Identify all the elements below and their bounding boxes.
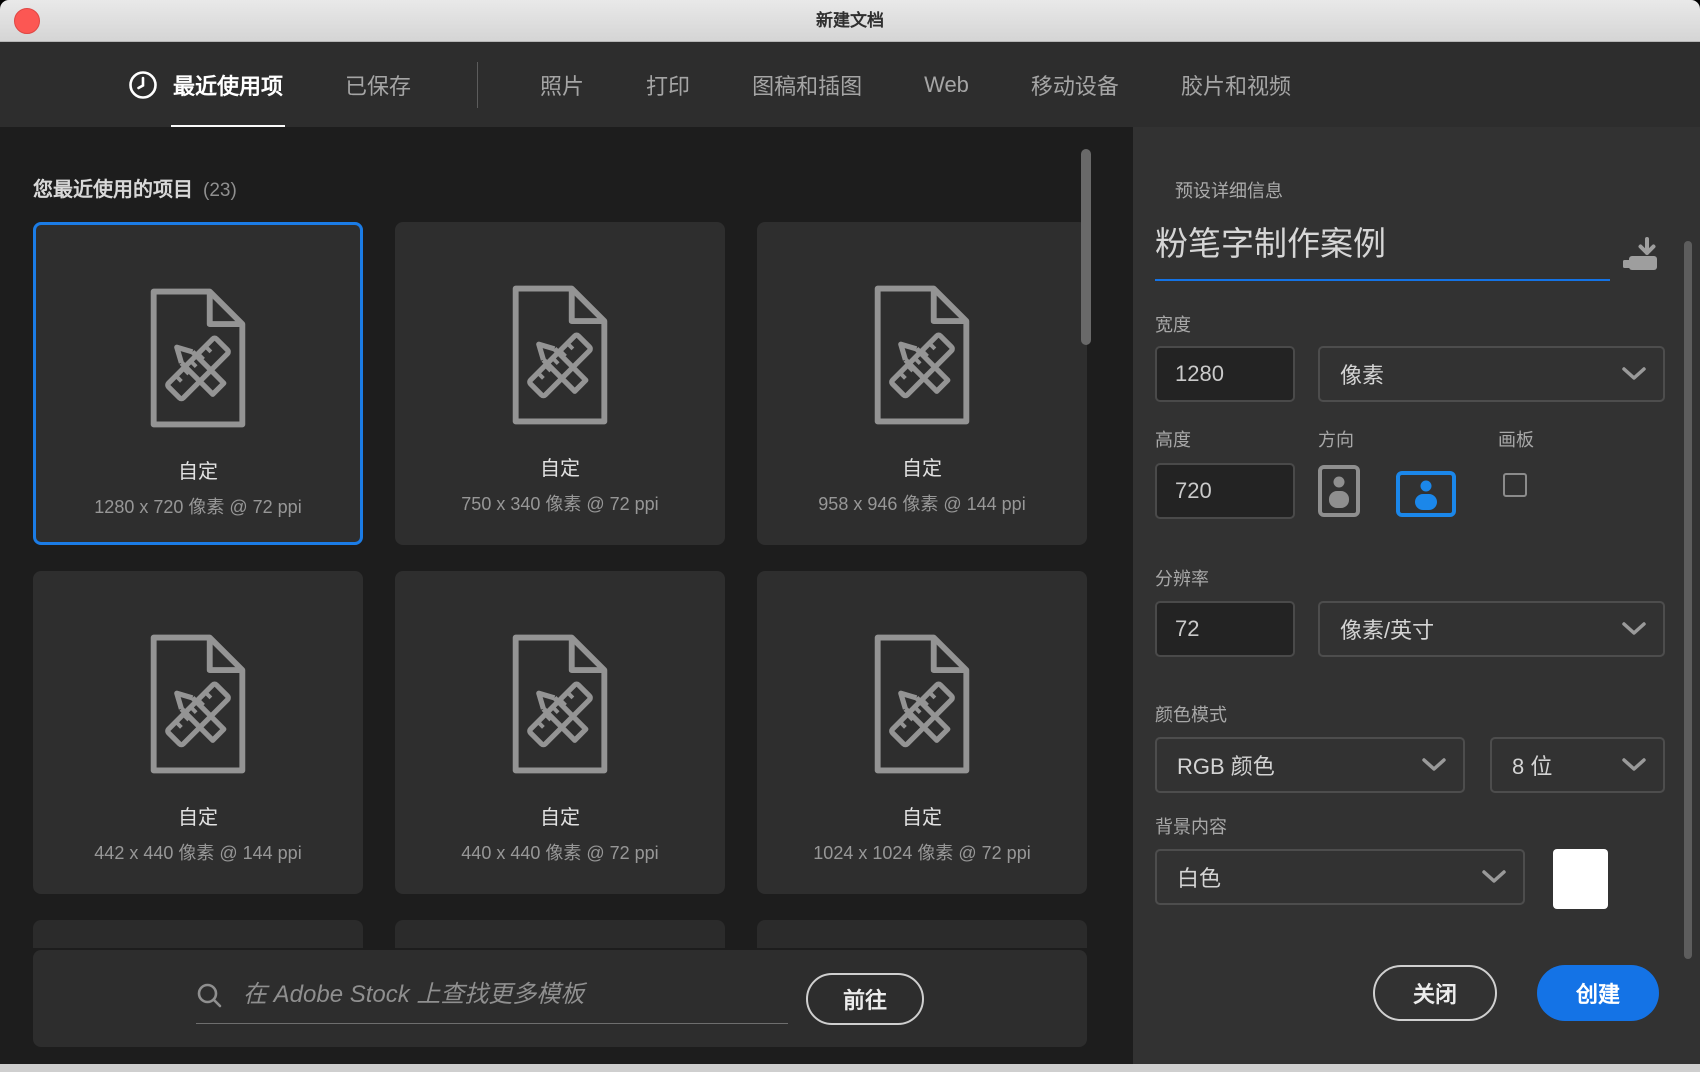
details-scrollbar-thumb[interactable]: [1684, 241, 1692, 959]
recent-title-text: 您最近使用的项目: [33, 179, 193, 201]
template-card-title: 自定: [395, 801, 725, 830]
bit-depth-dropdown[interactable]: 8 位: [1490, 737, 1665, 793]
tab-最近使用项[interactable]: 最近使用项: [128, 42, 283, 127]
tab-label: 图稿和插图: [752, 69, 862, 101]
template-card-spec: 958 x 946 像素 @ 144 ppi: [757, 490, 1087, 516]
chevron-down-icon: [1621, 621, 1647, 637]
bit-depth-value: 8 位: [1512, 749, 1552, 781]
background-label: 背景内容: [1155, 813, 1227, 839]
tab-照片[interactable]: 照片: [540, 42, 584, 127]
width-input[interactable]: 1280: [1155, 346, 1295, 402]
tab-bar: 最近使用项 已保存 照片 打印 图稿和插图: [0, 42, 1700, 127]
resolution-label: 分辨率: [1155, 565, 1209, 591]
new-document-dialog: 新建文档 最近使用项 已保存 照片 打印: [0, 0, 1700, 1072]
orientation-label: 方向: [1318, 426, 1354, 452]
stock-search-input[interactable]: 在 Adobe Stock 上查找更多模板: [196, 974, 788, 1024]
template-card-title: 自定: [395, 452, 725, 481]
document-template-icon: [395, 631, 725, 777]
tab-label: 已保存: [345, 69, 411, 101]
tab-label: 胶片和视频: [1181, 69, 1291, 101]
document-template-icon: [33, 631, 363, 777]
tab-Web[interactable]: Web: [924, 42, 969, 127]
tab-label: 移动设备: [1031, 69, 1119, 101]
tab-label: 打印: [646, 69, 690, 101]
background-value: 白色: [1177, 861, 1221, 893]
template-card-partial[interactable]: [757, 920, 1087, 948]
tab-label: 最近使用项: [173, 69, 283, 101]
document-template-icon: [757, 631, 1087, 777]
clock-icon: [128, 70, 158, 100]
document-template-icon: [36, 285, 360, 431]
recent-count: (23): [203, 180, 237, 201]
templates-panel: 您最近使用的项目(23) 自定 1280 x 720 像素 @ 72: [0, 127, 1133, 1064]
template-card-title: 自定: [36, 455, 360, 484]
templates-scrollbar-thumb[interactable]: [1081, 149, 1091, 345]
color-mode-dropdown[interactable]: RGB 颜色: [1155, 737, 1465, 793]
resolution-input[interactable]: 72: [1155, 601, 1295, 657]
document-name-input[interactable]: 粉笔字制作案例: [1155, 217, 1610, 281]
stock-search-placeholder: 在 Adobe Stock 上查找更多模板: [243, 974, 584, 1009]
chevron-down-icon: [1621, 757, 1647, 773]
search-icon: [196, 982, 223, 1009]
template-card-partial[interactable]: [33, 920, 363, 948]
width-label: 宽度: [1155, 311, 1191, 337]
width-unit-dropdown[interactable]: 像素: [1318, 346, 1665, 402]
template-card[interactable]: 自定 1280 x 720 像素 @ 72 ppi: [33, 222, 363, 545]
template-card-spec: 1024 x 1024 像素 @ 72 ppi: [757, 839, 1087, 865]
tab-打印[interactable]: 打印: [646, 42, 690, 127]
template-card-grid: 自定 1280 x 720 像素 @ 72 ppi 自定 750: [33, 222, 1087, 948]
tab-图稿和插图[interactable]: 图稿和插图: [752, 42, 862, 127]
create-button[interactable]: 创建: [1537, 965, 1659, 1021]
template-card-spec: 442 x 440 像素 @ 144 ppi: [33, 839, 363, 865]
close-button[interactable]: 关闭: [1373, 965, 1497, 1021]
resolution-unit-dropdown[interactable]: 像素/英寸: [1318, 601, 1665, 657]
chevron-down-icon: [1421, 757, 1447, 773]
stock-go-button[interactable]: 前往: [806, 973, 924, 1025]
background-dropdown[interactable]: 白色: [1155, 849, 1525, 905]
document-template-icon: [395, 282, 725, 428]
template-card[interactable]: 自定 750 x 340 像素 @ 72 ppi: [395, 222, 725, 545]
template-card-spec: 1280 x 720 像素 @ 72 ppi: [36, 493, 360, 519]
orientation-portrait-button[interactable]: [1318, 465, 1360, 517]
tab-已保存[interactable]: 已保存: [345, 42, 411, 127]
template-card-spec: 440 x 440 像素 @ 72 ppi: [395, 839, 725, 865]
color-mode-value: RGB 颜色: [1177, 749, 1275, 781]
document-template-icon: [757, 282, 1087, 428]
template-card-spec: 750 x 340 像素 @ 72 ppi: [395, 490, 725, 516]
template-card[interactable]: 自定 958 x 946 像素 @ 144 ppi: [757, 222, 1087, 545]
height-input[interactable]: 720: [1155, 463, 1295, 519]
chevron-down-icon: [1621, 366, 1647, 382]
tab-移动设备[interactable]: 移动设备: [1031, 42, 1119, 127]
tab-胶片和视频[interactable]: 胶片和视频: [1181, 42, 1291, 127]
tab-group-divider: [477, 62, 478, 108]
window-title: 新建文档: [0, 0, 1700, 42]
template-card-title: 自定: [757, 452, 1087, 481]
tab-label: 照片: [540, 69, 584, 101]
template-card-title: 自定: [33, 801, 363, 830]
template-card[interactable]: 自定 442 x 440 像素 @ 144 ppi: [33, 571, 363, 894]
template-card-title: 自定: [757, 801, 1087, 830]
artboard-label: 画板: [1498, 426, 1534, 452]
orientation-landscape-button[interactable]: [1396, 471, 1456, 517]
chevron-down-icon: [1481, 869, 1507, 885]
tab-label: Web: [924, 72, 969, 98]
recent-section-title: 您最近使用的项目 (23): [33, 173, 237, 202]
title-bar: 新建文档: [0, 0, 1700, 42]
background-color-swatch[interactable]: [1553, 849, 1608, 909]
preset-details-header: 预设详细信息: [1175, 177, 1283, 203]
artboard-checkbox[interactable]: [1503, 473, 1527, 497]
width-unit-value: 像素: [1340, 358, 1384, 390]
stock-search-bar: 在 Adobe Stock 上查找更多模板 前往: [33, 950, 1087, 1047]
save-preset-icon[interactable]: [1620, 235, 1662, 275]
template-card[interactable]: 自定 1024 x 1024 像素 @ 72 ppi: [757, 571, 1087, 894]
template-card[interactable]: 自定 440 x 440 像素 @ 72 ppi: [395, 571, 725, 894]
color-mode-label: 颜色模式: [1155, 701, 1227, 727]
template-card-partial[interactable]: [395, 920, 725, 948]
preset-details-panel: 预设详细信息 粉笔字制作案例 宽度 1280 像素 高度 方向 画板 720: [1133, 127, 1700, 1064]
window-bottom-edge: [0, 1064, 1700, 1072]
resolution-unit-value: 像素/英寸: [1340, 613, 1434, 645]
height-label: 高度: [1155, 426, 1191, 452]
